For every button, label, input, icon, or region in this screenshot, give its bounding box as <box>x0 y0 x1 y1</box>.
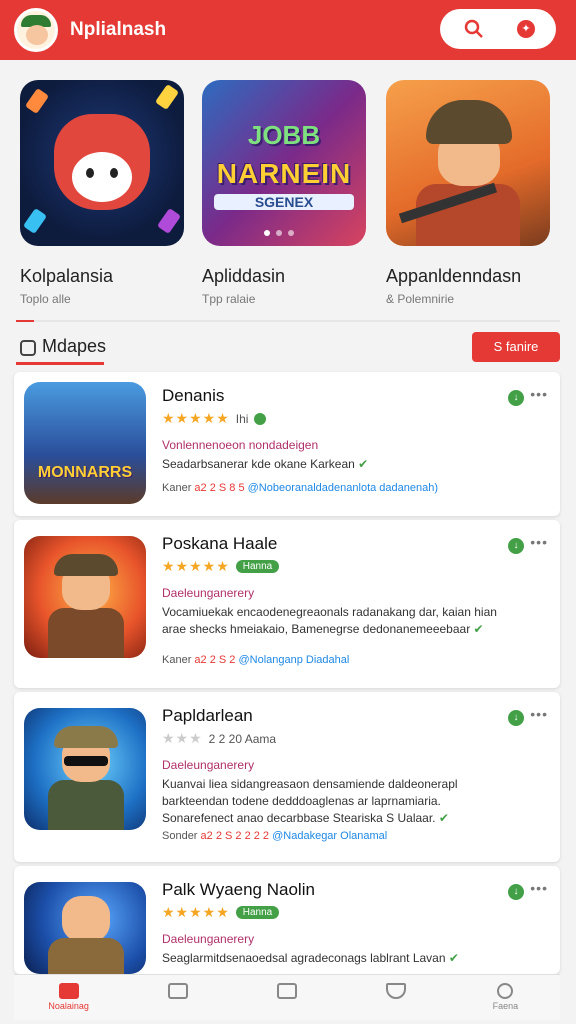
app-rating: ★★★★★ Hanna <box>162 558 280 575</box>
app-card[interactable]: Palk Wyaeng Naolin ★★★★★ Hanna Daeleunga… <box>14 866 560 974</box>
app-title: Papldarlean <box>162 706 253 725</box>
featured-card[interactable] <box>20 80 188 246</box>
app-title: Poskana Haale <box>162 534 278 553</box>
list-icon <box>276 983 297 999</box>
account-button[interactable]: ✦ <box>517 20 535 38</box>
featured-sub: & Polemnirie <box>386 292 455 306</box>
bottom-nav: Noalainag Faena <box>14 974 560 1020</box>
nav-item-search[interactable]: Faena <box>465 983 545 1012</box>
rating-text: Ihi <box>235 411 249 426</box>
more-icon[interactable]: ••• <box>530 880 548 896</box>
featured-name[interactable]: Appanldenndasn <box>386 266 521 287</box>
app-category: Daeleunganerery <box>162 758 255 772</box>
check-icon: ✔ <box>448 951 459 965</box>
featured-sub: Toplo alle <box>20 292 71 306</box>
app-header: Nplialnash ✦ <box>0 0 576 60</box>
app-badge: Hanna <box>235 560 280 573</box>
section-header: Mdapes S fanire <box>16 332 560 368</box>
app-description: Seadarbsanerar kde okane Karkean ✔ <box>162 457 369 471</box>
featured-art-fox <box>20 80 184 246</box>
section-underline <box>16 362 104 365</box>
header-actions: ✦ <box>440 9 556 49</box>
featured-art-soldier <box>386 80 550 246</box>
section-title: Mdapes <box>42 336 107 356</box>
download-icon[interactable]: ↓ <box>508 884 524 900</box>
star-rating: ★★★ <box>162 730 203 746</box>
featured-art-logo: JOBB NARNEIN SGENEX <box>202 80 366 246</box>
app-card[interactable]: Poskana Haale ★★★★★ Hanna Daeleunganerer… <box>14 520 560 688</box>
featured-name[interactable]: Kolpalansia <box>20 266 113 287</box>
search-button[interactable] <box>461 16 487 42</box>
app-badge: Hanna <box>235 906 280 919</box>
section-action-button[interactable]: S fanire <box>472 332 560 362</box>
app-logo <box>14 8 58 52</box>
nav-item-inbox[interactable] <box>138 983 218 1012</box>
app-title: Nplialnash <box>70 19 167 40</box>
verified-icon <box>254 412 267 425</box>
game-word-sub: SGENEX <box>214 194 354 210</box>
app-thumbnail <box>24 708 146 830</box>
app-description: Vocamiuekak encaodenegreaonals radanakan… <box>162 605 497 636</box>
more-icon[interactable]: ••• <box>530 706 548 722</box>
nav-item-home[interactable]: Noalainag <box>29 983 109 1012</box>
app-thumbnail <box>24 882 146 974</box>
more-icon[interactable]: ••• <box>530 386 548 402</box>
nav-label: Noalainag <box>48 1001 89 1011</box>
star-rating: ★★★★★ <box>162 410 230 426</box>
app-description: Kuanvai liea sidangreasaon densamiende d… <box>162 777 458 825</box>
app-card[interactable]: Papldarlean ★★★ 2 2 20 Aama Daeleunganer… <box>14 692 560 862</box>
featured-name[interactable]: Apliddasin <box>202 266 285 287</box>
inbox-icon <box>167 983 188 999</box>
nav-label: Faena <box>492 1001 519 1011</box>
carousel-dots[interactable] <box>264 230 294 236</box>
more-icon[interactable]: ••• <box>530 534 548 550</box>
star-rating: ★★★★★ <box>162 558 230 574</box>
thumb-word: MONNARRS <box>37 464 133 481</box>
app-rating: ★★★ 2 2 20 Aama <box>162 730 276 747</box>
check-icon: ✔ <box>473 622 484 636</box>
rating-text: 2 2 20 Aama <box>208 731 277 746</box>
account-icon: ✦ <box>517 20 535 38</box>
featured-card[interactable]: JOBB NARNEIN SGENEX <box>202 80 370 246</box>
app-category: Daeleunganerery <box>162 932 255 946</box>
meta-link[interactable]: @Nobeoranaldadenanlota dadanenah) <box>248 482 438 494</box>
app-meta: Sonder a2 2 S 2 2 2 2 @Nadakegar Olanama… <box>162 830 388 842</box>
download-icon[interactable]: ↓ <box>508 390 524 406</box>
star-rating: ★★★★★ <box>162 904 230 920</box>
section-icon <box>20 340 36 356</box>
home-icon <box>58 983 79 999</box>
game-word: NARNEIN <box>216 158 352 189</box>
check-icon: ✔ <box>358 457 369 471</box>
app-rating: ★★★★★ Ihi <box>162 410 267 427</box>
app-category: Daeleunganerery <box>162 586 255 600</box>
check-icon: ✔ <box>438 811 449 825</box>
search-icon <box>464 19 483 38</box>
app-rating: ★★★★★ Hanna <box>162 904 280 921</box>
meta-link[interactable]: @Nolanganp Diadahal <box>238 654 349 666</box>
app-thumbnail: MONNARRS <box>24 382 146 504</box>
app-category: Vonlennenoeon nondadeigen <box>162 438 319 452</box>
featured-card[interactable] <box>386 80 554 246</box>
app-thumbnail <box>24 536 146 658</box>
app-title: Denanis <box>162 386 225 405</box>
app-description: Seaglarmitdsenaoedsal agradeconags lablr… <box>162 951 459 965</box>
search-icon <box>497 983 514 999</box>
meta-link[interactable]: @Nadakegar Olanamal <box>272 830 387 842</box>
app-title: Palk Wyaeng Naolin <box>162 880 315 899</box>
triangle-icon <box>386 983 407 999</box>
app-meta: Kaner a2 2 S 8 5 @Nobeoranaldadenanlota … <box>162 482 439 494</box>
featured-sub: Tpp ralaie <box>202 292 256 306</box>
download-icon[interactable]: ↓ <box>508 710 524 726</box>
nav-item-list[interactable] <box>247 983 327 1012</box>
app-meta: Kaner a2 2 S 2 @Nolanganp Diadahal <box>162 654 350 666</box>
download-icon[interactable]: ↓ <box>508 538 524 554</box>
app-card[interactable]: MONNARRS Denanis ★★★★★ Ihi Vonlennenoeon… <box>14 372 560 516</box>
nav-item-triangle[interactable] <box>356 983 436 1012</box>
game-word-top: JOBB <box>247 120 321 150</box>
section-divider <box>16 320 560 322</box>
